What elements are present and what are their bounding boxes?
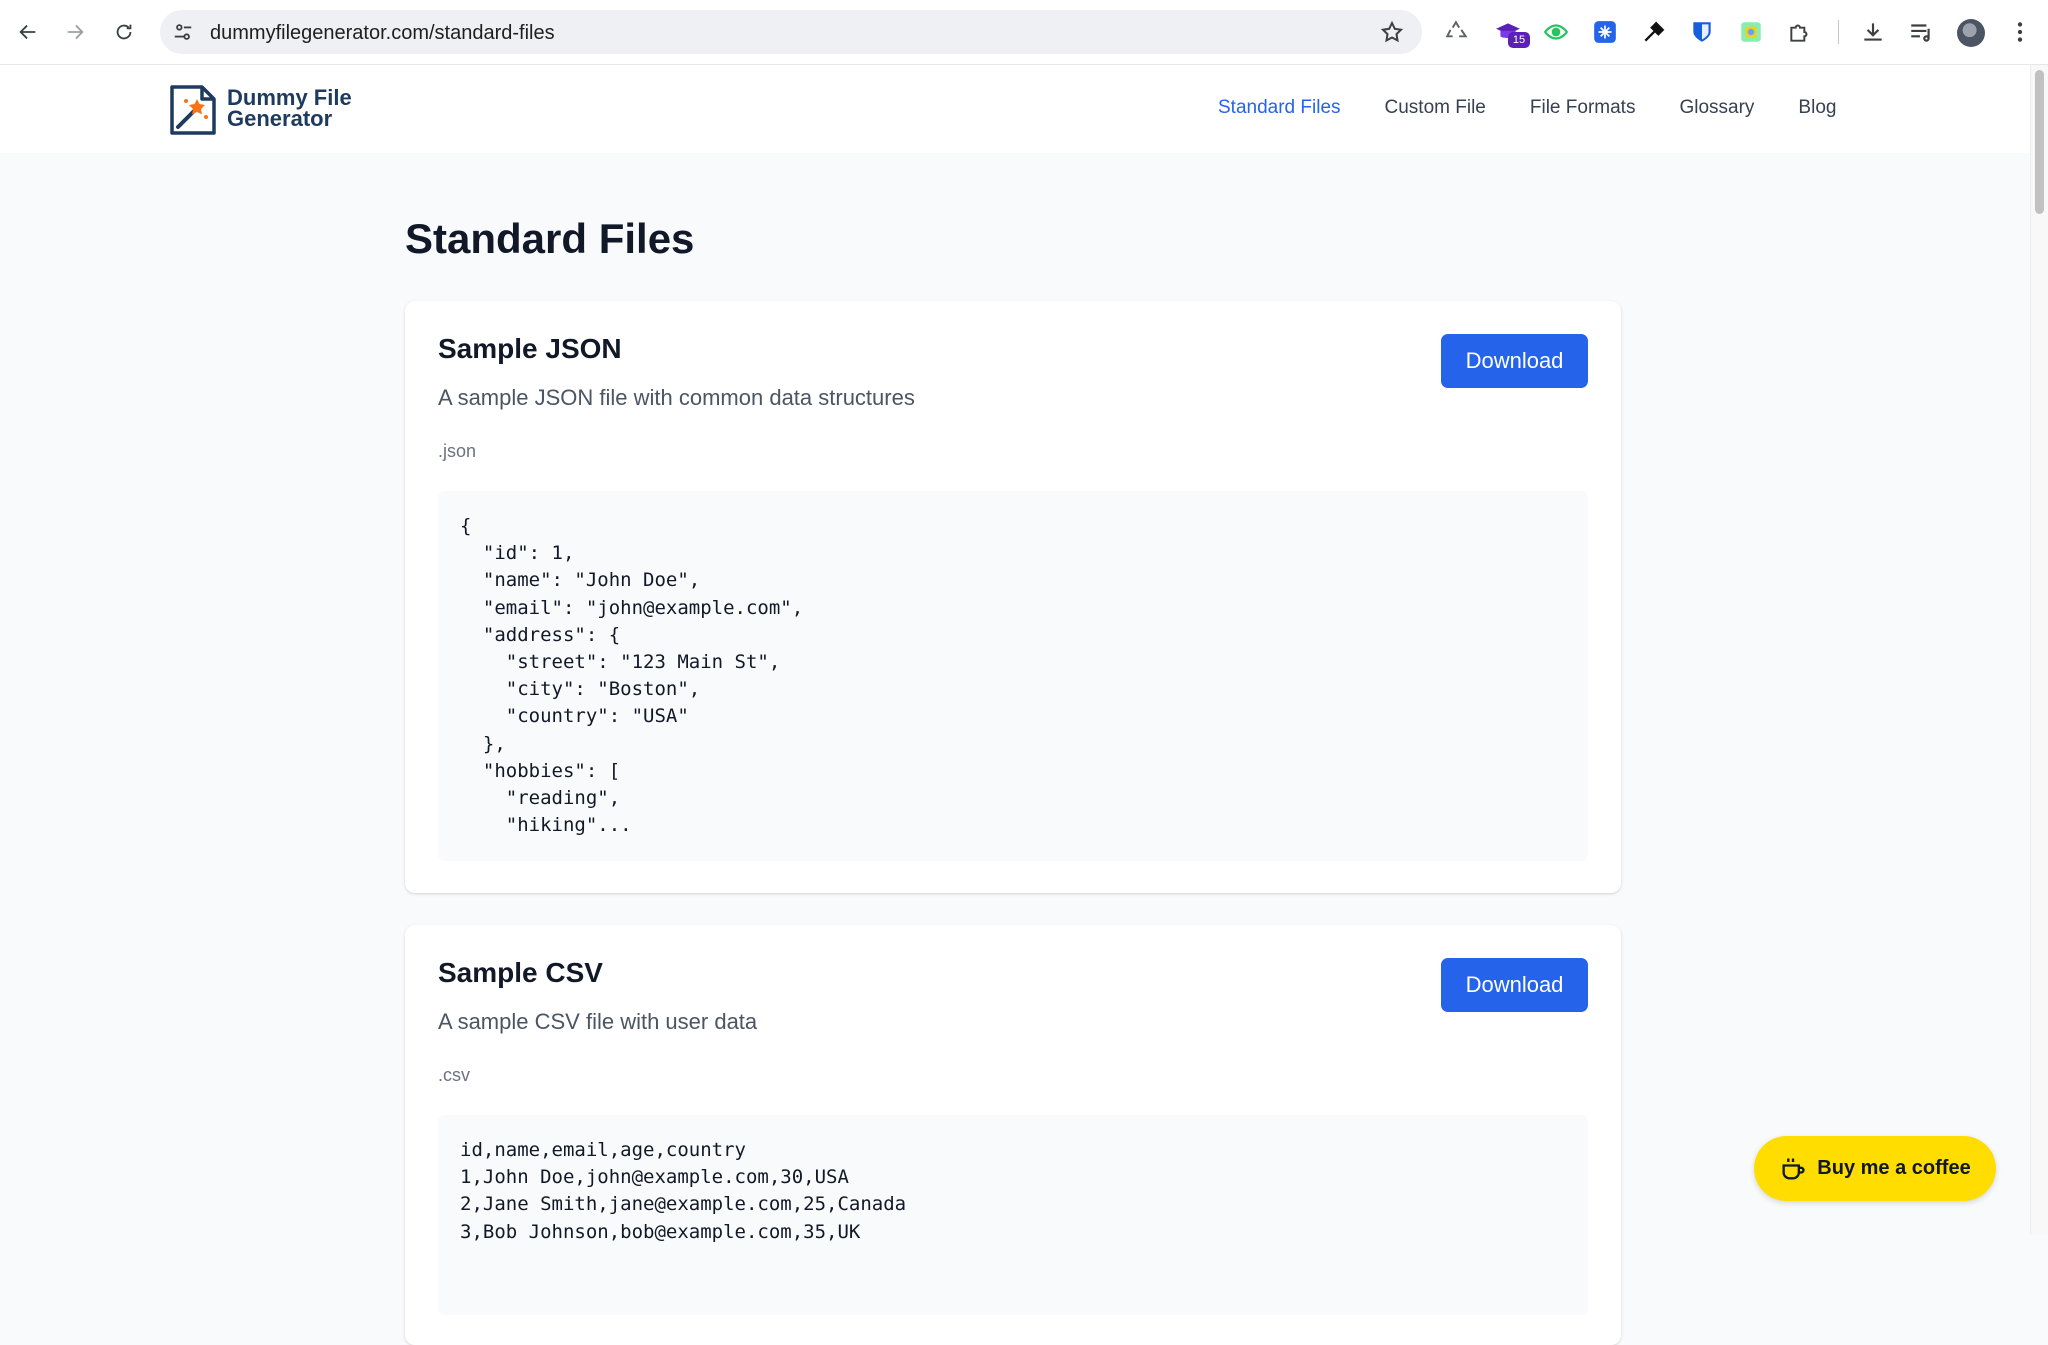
address-bar[interactable]: dummyfilegenerator.com/standard-files (160, 10, 1422, 54)
buy-me-a-coffee-button[interactable]: Buy me a coffee (1754, 1136, 1996, 1201)
image-extension-icon[interactable] (1737, 18, 1765, 46)
logo-line-2: Generator (227, 106, 333, 131)
toolbar-divider (1838, 20, 1839, 44)
graduation-cap-extension-icon[interactable]: 15 (1494, 18, 1530, 48)
download-icon[interactable] (1859, 18, 1887, 46)
nav-custom-file[interactable]: Custom File (1385, 97, 1486, 119)
file-card-json: Sample JSON A sample JSON file with comm… (405, 301, 1621, 893)
puzzle-extensions-icon[interactable] (1786, 18, 1814, 46)
logo-icon[interactable] (166, 83, 220, 137)
card-extension: .json (438, 441, 477, 461)
back-arrow-icon[interactable] (12, 16, 44, 48)
code-preview-csv: id,name,email,age,country 1,John Doe,joh… (438, 1115, 1588, 1315)
nav-glossary[interactable]: Glossary (1679, 97, 1754, 119)
coffee-button-label: Buy me a coffee (1817, 1157, 1971, 1179)
shield-extension-icon[interactable] (1688, 18, 1716, 46)
card-description: A sample CSV file with user data (438, 1009, 758, 1034)
forward-arrow-icon[interactable] (59, 16, 91, 48)
browser-toolbar: dummyfilegenerator.com/standard-files 15 (0, 0, 2048, 65)
logo-line-1: Dummy File (227, 85, 352, 110)
snowflake-extension-icon[interactable] (1591, 18, 1619, 46)
page-title: Standard Files (405, 215, 695, 262)
nav-blog[interactable]: Blog (1798, 97, 1836, 119)
logo-text[interactable]: Dummy File Generator (227, 85, 352, 131)
page-scrollbar[interactable] (2030, 65, 2048, 1234)
scrollbar-thumb[interactable] (2035, 70, 2044, 214)
bookmark-star-icon[interactable] (1380, 20, 1404, 44)
download-csv-button[interactable]: Download (1441, 958, 1588, 1012)
card-title: Sample JSON (438, 333, 622, 364)
file-card-csv: Sample CSV A sample CSV file with user d… (405, 925, 1621, 1345)
site-header: Dummy File Generator Standard Files Cust… (0, 65, 2030, 153)
extension-badge: 15 (1508, 32, 1530, 48)
eyedropper-extension-icon[interactable] (1640, 18, 1668, 46)
recycle-extension-icon[interactable] (1443, 18, 1471, 46)
card-title: Sample CSV (438, 957, 603, 988)
site-settings-icon[interactable] (172, 21, 194, 43)
coffee-cup-icon (1782, 1158, 1805, 1179)
more-menu-icon[interactable] (2006, 18, 2034, 46)
card-description: A sample JSON file with common data stru… (438, 385, 915, 410)
eye-extension-icon[interactable] (1542, 18, 1570, 46)
main-nav: Standard Files Custom File File Formats … (1218, 97, 1836, 119)
url-text[interactable]: dummyfilegenerator.com/standard-files (210, 22, 555, 45)
nav-file-formats[interactable]: File Formats (1530, 97, 1636, 119)
profile-avatar[interactable] (1957, 19, 1985, 47)
reading-list-icon[interactable] (1907, 18, 1935, 46)
code-preview-json: { "id": 1, "name": "John Doe", "email": … (438, 491, 1588, 861)
reload-icon[interactable] (108, 16, 140, 48)
card-extension: .csv (438, 1065, 471, 1085)
download-json-button[interactable]: Download (1441, 334, 1588, 388)
nav-standard-files[interactable]: Standard Files (1218, 97, 1341, 119)
